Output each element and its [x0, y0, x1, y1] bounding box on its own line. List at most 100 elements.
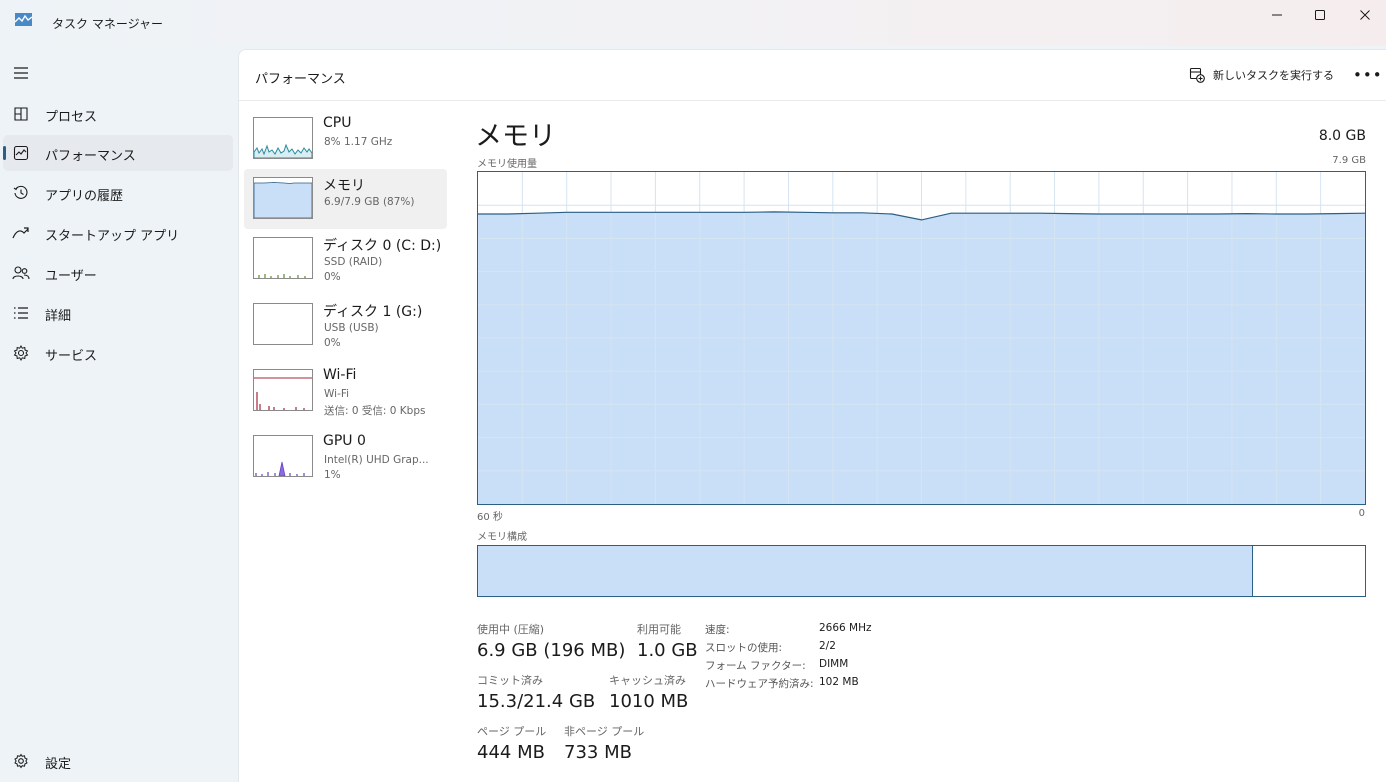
- sidebar-item-performance[interactable]: パフォーマンス: [3, 135, 233, 171]
- sidebar-item-app-history[interactable]: アプリの履歴: [3, 175, 233, 211]
- sidebar-item-label: 設定: [45, 757, 72, 772]
- device-item-disk-0[interactable]: ディスク 0 (C: D:) SSD (RAID) 0%: [244, 229, 447, 289]
- sidebar-item-label: プロセス: [45, 110, 98, 125]
- device-name: Wi-Fi: [323, 367, 357, 383]
- memory-total: 8.0 GB: [1318, 128, 1366, 144]
- axis-label-left: 60 秒: [477, 512, 503, 523]
- device-item-wifi[interactable]: Wi-Fi Wi-Fi 送信: 0 受信: 0 Kbps: [244, 361, 447, 421]
- memory-composition-label: メモリ構成: [477, 532, 527, 543]
- title-bar: タスク マネージャー: [0, 0, 1386, 46]
- sidebar-item-label: パフォーマンス: [45, 149, 136, 164]
- run-new-task-button[interactable]: 新しいタスクを実行する: [1189, 64, 1334, 86]
- in-use-value: 6.9 GB (196 MB): [477, 640, 626, 661]
- run-task-label: 新しいタスクを実行する: [1213, 69, 1334, 82]
- detail-key-form-factor: フォーム ファクター:: [705, 660, 806, 672]
- device-name: ディスク 0 (C: D:): [323, 238, 442, 254]
- sidebar-item-label: ユーザー: [45, 269, 97, 284]
- memory-composition-in-use: [478, 546, 1254, 596]
- processes-icon: [12, 106, 30, 122]
- settings-gear-icon: [12, 753, 30, 769]
- hamburger-menu-icon[interactable]: [12, 66, 30, 80]
- cpu-thumbnail-graph: [253, 117, 313, 159]
- device-detail: USB (USB): [324, 322, 379, 334]
- device-detail-2: 0%: [324, 271, 341, 283]
- detail-value-speed: 2666 MHz: [819, 622, 872, 634]
- task-manager-app-icon: [15, 13, 32, 26]
- panel-header: パフォーマンス 新しいタスクを実行する •••: [239, 50, 1386, 101]
- sidebar-item-label: アプリの履歴: [45, 189, 124, 204]
- wifi-thumbnail-graph: [253, 369, 313, 411]
- history-icon: [12, 185, 30, 201]
- committed-value: 15.3/21.4 GB: [477, 691, 596, 712]
- device-detail: Intel(R) UHD Grap...: [324, 454, 429, 466]
- memory-composition-bar: [477, 545, 1366, 597]
- device-detail: Wi-Fi: [324, 388, 350, 400]
- sidebar-item-label: スタートアップ アプリ: [45, 229, 180, 244]
- sidebar-item-services[interactable]: サービス: [3, 335, 233, 371]
- chart-grid: [478, 172, 1365, 504]
- disk-1-thumbnail-graph: [253, 303, 313, 345]
- sidebar-item-processes[interactable]: プロセス: [3, 96, 233, 132]
- maximize-icon: [1315, 10, 1325, 20]
- memory-thumbnail-graph: [253, 177, 313, 219]
- available-value: 1.0 GB: [637, 640, 698, 661]
- sidebar-item-startup-apps[interactable]: スタートアップ アプリ: [3, 215, 233, 251]
- detail-value-slots: 2/2: [819, 640, 836, 652]
- device-detail-2: 0%: [324, 337, 341, 349]
- more-options-button[interactable]: •••: [1353, 66, 1383, 84]
- paged-pool-label: ページ プール: [477, 725, 547, 738]
- sidebar-item-label: 詳細: [45, 309, 72, 324]
- minimize-icon: [1272, 14, 1282, 16]
- device-detail: 6.9/7.9 GB (87%): [324, 196, 415, 208]
- startup-icon: [12, 225, 30, 241]
- in-use-label: 使用中 (圧縮): [477, 623, 545, 636]
- device-name: CPU: [323, 115, 352, 131]
- sidebar: プロセス パフォーマンス アプリの履歴 スタートアップ アプリ ユーザー 詳細: [0, 46, 238, 782]
- available-label: 利用可能: [637, 623, 681, 636]
- sidebar-item-users[interactable]: ユーザー: [3, 255, 233, 291]
- detail-key-slots: スロットの使用:: [705, 642, 783, 654]
- device-item-disk-1[interactable]: ディスク 1 (G:) USB (USB) 0%: [244, 295, 447, 355]
- memory-usage-chart: [478, 172, 1366, 504]
- device-name: メモリ: [323, 178, 365, 194]
- device-item-cpu[interactable]: CPU 8% 1.17 GHz: [244, 109, 447, 169]
- memory-usage-label: メモリ使用量: [477, 159, 537, 170]
- nonpaged-pool-value: 733 MB: [564, 742, 632, 763]
- detail-key-hardware-reserved: ハードウェア予約済み:: [705, 678, 814, 690]
- sidebar-item-details[interactable]: 詳細: [3, 295, 233, 331]
- page-title: パフォーマンス: [255, 72, 346, 87]
- services-icon: [12, 345, 30, 361]
- device-item-gpu-0[interactable]: GPU 0 Intel(R) UHD Grap... 1%: [244, 427, 447, 487]
- close-icon: [1360, 10, 1370, 20]
- sidebar-item-settings[interactable]: 設定: [3, 743, 233, 779]
- performance-icon: [12, 145, 30, 161]
- detail-value-form-factor: DIMM: [819, 658, 849, 670]
- cached-label: キャッシュ済み: [609, 674, 686, 687]
- cached-value: 1010 MB: [609, 691, 689, 712]
- memory-usage-graph: [477, 171, 1366, 505]
- window-title: タスク マネージャー: [52, 17, 163, 31]
- users-icon: [12, 265, 30, 281]
- device-name: GPU 0: [323, 433, 366, 449]
- disk-0-thumbnail-graph: [253, 237, 313, 279]
- minimize-button[interactable]: [1254, 0, 1300, 30]
- detail-key-speed: 速度:: [705, 624, 730, 636]
- device-detail: 8% 1.17 GHz: [324, 136, 393, 148]
- device-detail-2: 1%: [324, 469, 341, 481]
- active-indicator: [3, 146, 6, 160]
- committed-label: コミット済み: [477, 674, 543, 687]
- run-task-icon: [1189, 67, 1205, 83]
- nonpaged-pool-label: 非ページ プール: [564, 725, 645, 738]
- close-button[interactable]: [1342, 0, 1386, 30]
- axis-label-right: 0: [1358, 508, 1365, 519]
- device-item-memory[interactable]: メモリ 6.9/7.9 GB (87%): [244, 169, 447, 229]
- performance-panel: パフォーマンス 新しいタスクを実行する ••• CPU 8% 1.17 GHz …: [238, 49, 1386, 782]
- maximize-button[interactable]: [1297, 0, 1343, 30]
- sidebar-item-label: サービス: [45, 349, 98, 364]
- device-detail-2: 送信: 0 受信: 0 Kbps: [324, 405, 426, 417]
- paged-pool-value: 444 MB: [477, 742, 545, 763]
- detail-value-hardware-reserved: 102 MB: [819, 676, 859, 688]
- memory-title: メモリ: [475, 121, 556, 152]
- device-name: ディスク 1 (G:): [323, 304, 423, 320]
- details-icon: [12, 305, 30, 321]
